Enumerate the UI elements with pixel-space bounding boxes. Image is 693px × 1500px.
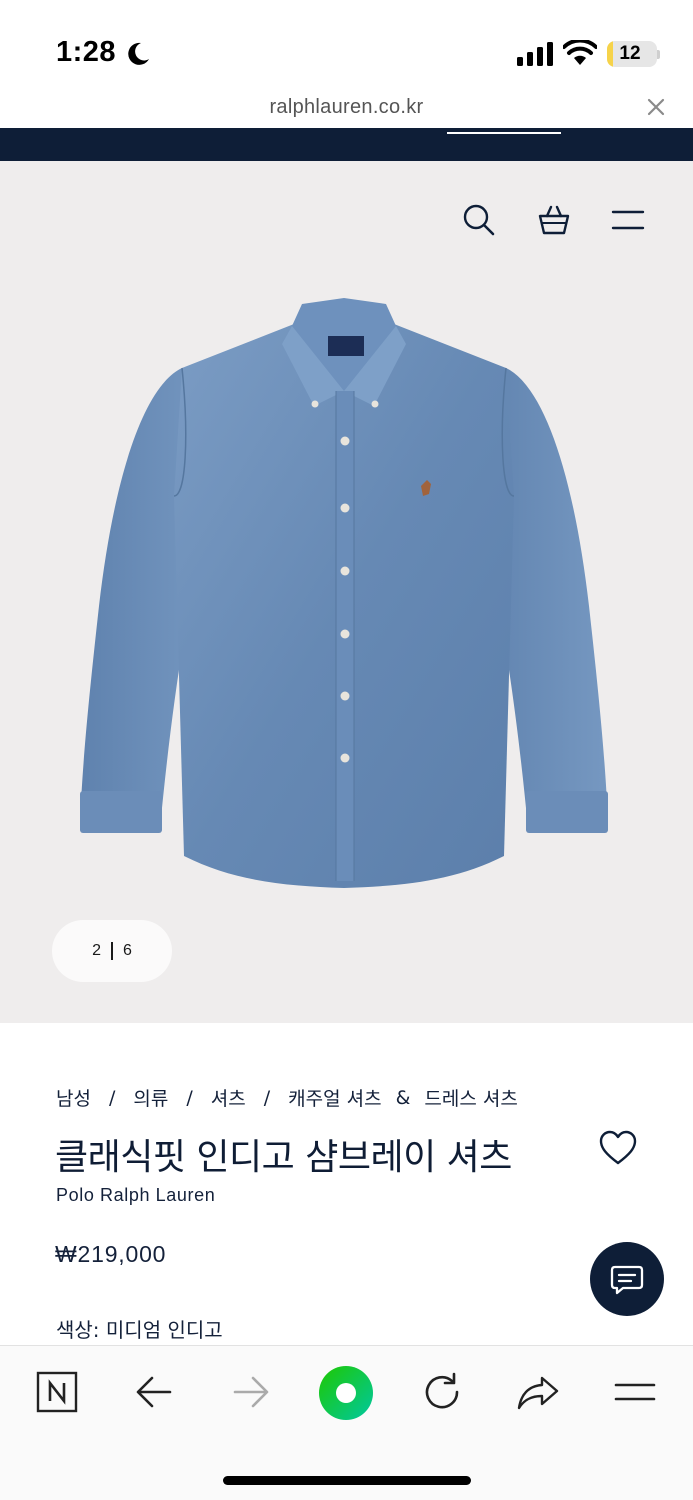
url-text[interactable]: ralphlauren.co.kr (0, 96, 693, 119)
back-arrow-icon (136, 1376, 172, 1408)
breadcrumb-item[interactable]: 드레스 셔츠 (424, 1084, 517, 1111)
color-label: 색상: 미디엄 인디고 (56, 1314, 223, 1343)
breadcrumb-separator: / (186, 1086, 193, 1109)
breadcrumb-item[interactable]: 의류 (133, 1084, 168, 1111)
home-indicator (223, 1476, 471, 1485)
forward-button[interactable] (229, 1370, 273, 1414)
image-counter-separator (111, 942, 113, 960)
color-label-key: 색상: (56, 1318, 100, 1342)
breadcrumb-separator: / (108, 1086, 116, 1109)
reload-button[interactable] (420, 1370, 464, 1414)
breadcrumb-item[interactable]: & (396, 1087, 411, 1109)
share-button[interactable] (516, 1370, 560, 1414)
chat-icon (610, 1265, 644, 1295)
menu-icon[interactable] (610, 203, 646, 237)
product-gallery[interactable]: 2 6 (0, 161, 693, 1023)
signal-icon (517, 42, 553, 66)
status-bar: 1:28 12 (0, 0, 693, 90)
battery-tip (657, 50, 660, 59)
product-details: 남성 / 의류 / 셔츠 / 캐주얼 셔츠 & 드레스 셔츠 클래식핏 인디고 … (0, 1023, 693, 1345)
back-button[interactable] (132, 1370, 176, 1414)
breadcrumb-separator: / (263, 1086, 271, 1109)
denim-shirt-image[interactable] (74, 296, 614, 896)
shopping-bag-icon[interactable] (537, 203, 571, 237)
promo-banner[interactable] (0, 128, 693, 161)
naver-icon (36, 1371, 78, 1413)
reload-icon (425, 1372, 459, 1409)
green-home-button[interactable] (318, 1365, 374, 1421)
green-home-icon (319, 1366, 373, 1420)
color-label-value: 미디엄 인디고 (105, 1318, 223, 1342)
battery-icon: 12 (607, 41, 657, 67)
wifi-icon (563, 40, 597, 65)
share-icon (517, 1376, 559, 1410)
browser-toolbar (0, 1345, 693, 1500)
image-counter-total: 6 (123, 942, 132, 959)
product-price: ₩219,000 (55, 1241, 167, 1267)
chat-button[interactable] (590, 1242, 664, 1316)
moon-icon (128, 42, 149, 65)
forward-arrow-icon (233, 1376, 269, 1408)
search-icon[interactable] (462, 203, 496, 237)
breadcrumb: 남성 / 의류 / 셔츠 / 캐주얼 셔츠 & 드레스 셔츠 (56, 1084, 518, 1111)
close-icon[interactable] (645, 96, 667, 118)
menu-icon (614, 1383, 656, 1401)
naver-button[interactable] (35, 1370, 79, 1414)
brand-name[interactable]: Polo Ralph Lauren (56, 1185, 215, 1206)
image-counter: 2 6 (52, 920, 172, 982)
browser-menu-button[interactable] (613, 1370, 657, 1414)
breadcrumb-item[interactable]: 셔츠 (211, 1084, 246, 1111)
battery-level: 12 (619, 43, 641, 64)
heart-icon[interactable] (598, 1130, 638, 1166)
image-counter-current: 2 (92, 942, 101, 959)
status-time: 1:28 (56, 36, 117, 68)
breadcrumb-item[interactable]: 캐주얼 셔츠 (288, 1084, 381, 1111)
product-title: 클래식핏 인디고 샴브레이 셔츠 (55, 1137, 512, 1178)
promo-link[interactable] (447, 128, 561, 134)
breadcrumb-item[interactable]: 남성 (56, 1084, 91, 1111)
